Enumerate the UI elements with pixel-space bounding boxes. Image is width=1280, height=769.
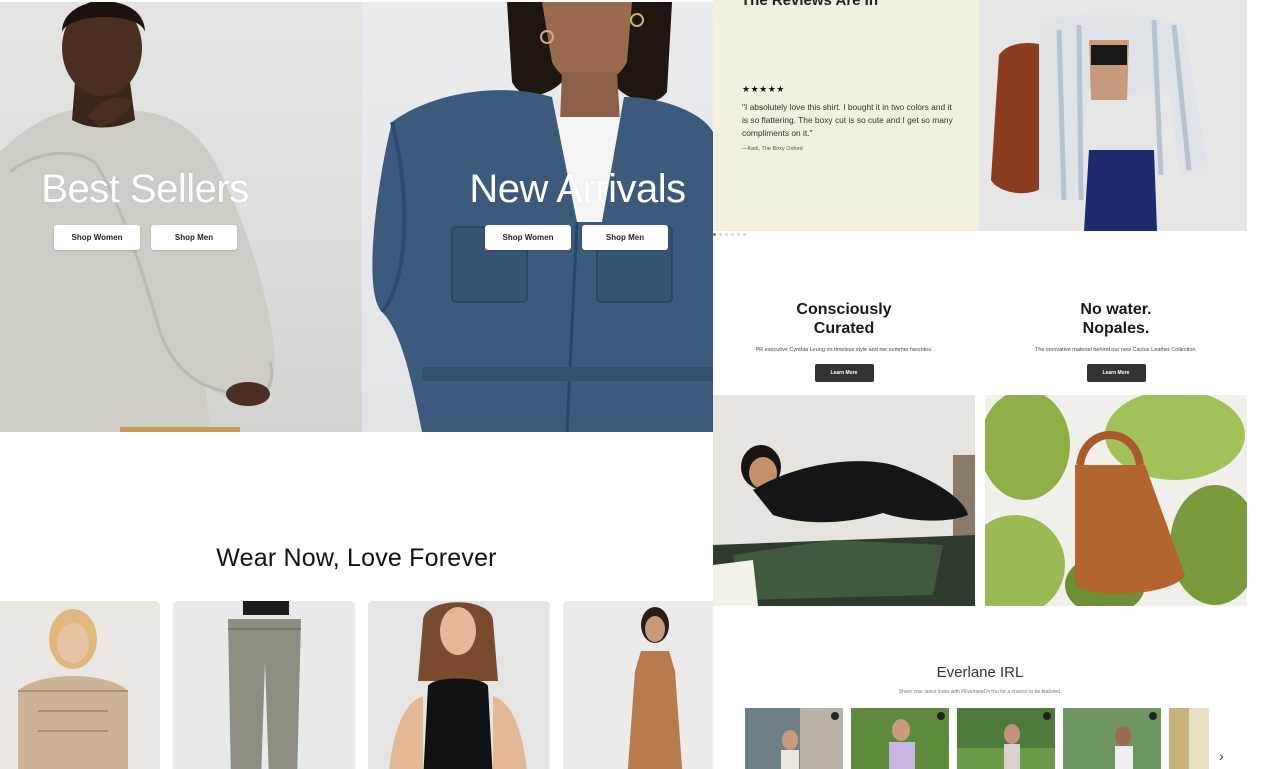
hero-title: New Arrivals — [469, 167, 686, 211]
feature-photo — [713, 395, 975, 606]
product-card[interactable] — [563, 601, 713, 769]
irl-thumbnail[interactable] — [851, 708, 949, 769]
page: Best Sellers Shop Women Shop Men New Arr… — [0, 0, 1280, 769]
hero-new-arrivals-image — [372, 2, 713, 432]
irl-photo — [1063, 708, 1161, 769]
reviews-panel: The Reviews Are In ★★★★★ "I absolutely l… — [713, 0, 979, 231]
irl-thumbnail[interactable] — [1063, 708, 1161, 769]
feature-no-water-nopales: No water. Nopales. The innovative materi… — [985, 300, 1247, 382]
feature-image-nopales[interactable] — [985, 395, 1247, 606]
learn-more-button[interactable]: Learn More — [814, 364, 874, 382]
irl-photo — [957, 708, 1055, 769]
carousel-dots — [713, 233, 746, 236]
feature-consciously-curated: Consciously Curated PR executive Cynthia… — [713, 300, 975, 382]
hero-buttons: Shop Women Shop Men — [485, 225, 668, 250]
shop-women-button[interactable]: Shop Women — [54, 225, 140, 250]
review-attribution: —Karli, The Boxy Oxford — [742, 146, 803, 152]
product-card[interactable] — [173, 601, 355, 769]
camera-icon — [831, 712, 839, 720]
shop-men-button[interactable]: Shop Men — [151, 225, 237, 250]
reviews-heading: The Reviews Are In — [741, 0, 878, 9]
product-card[interactable] — [0, 601, 160, 769]
learn-more-button[interactable]: Learn More — [1086, 364, 1146, 382]
carousel-dot[interactable] — [719, 233, 722, 236]
hero-best-sellers[interactable]: Best Sellers Shop Women Shop Men — [0, 2, 362, 432]
irl-thumbnail[interactable] — [745, 708, 843, 769]
feature-description: The innovative material behind our new C… — [1034, 347, 1198, 353]
hero-new-arrivals[interactable]: New Arrivals Shop Women Shop Men — [362, 2, 713, 432]
hero-buttons: Shop Women Shop Men — [54, 225, 237, 250]
carousel-dot[interactable] — [731, 233, 734, 236]
product-carousel — [0, 601, 713, 769]
camera-icon — [1149, 712, 1157, 720]
star-icon: ★★★★★ — [742, 84, 785, 94]
feature-photo — [985, 395, 1247, 606]
camera-icon — [937, 712, 945, 720]
irl-thumbnail[interactable] — [1169, 708, 1209, 769]
hero-title: Best Sellers — [41, 167, 249, 211]
review-image — [979, 0, 1247, 231]
carousel-dot[interactable] — [713, 233, 716, 236]
irl-carousel — [745, 708, 1209, 769]
product-card[interactable] — [368, 601, 550, 769]
feature-description: PR executive Cynthia Leung on timeless s… — [755, 347, 933, 353]
shop-men-button[interactable]: Shop Men — [582, 225, 668, 250]
irl-photo — [1169, 708, 1209, 769]
chevron-right-icon[interactable]: › — [1219, 748, 1224, 764]
review-photo — [979, 0, 1247, 231]
review-quote: "I absolutely love this shirt. I bought … — [742, 102, 953, 138]
collection-title: Wear Now, Love Forever — [216, 544, 497, 572]
irl-thumbnail[interactable] — [957, 708, 1055, 769]
reviews-section: The Reviews Are In ★★★★★ "I absolutely l… — [713, 0, 1247, 231]
carousel-dot[interactable] — [725, 233, 728, 236]
camera-icon — [1043, 712, 1051, 720]
product-image — [368, 601, 550, 769]
feature-title: Consciously Curated — [796, 301, 892, 337]
irl-subtitle: Share your latest looks with #EverlaneOn… — [898, 689, 1062, 695]
product-image — [173, 601, 355, 769]
carousel-dot[interactable] — [737, 233, 740, 236]
feature-title: No water. Nopales. — [1080, 301, 1152, 337]
irl-photo — [745, 708, 843, 769]
feature-image-curated[interactable] — [713, 395, 975, 606]
hero-best-sellers-image — [0, 2, 275, 432]
product-image — [563, 601, 713, 769]
irl-photo — [851, 708, 949, 769]
irl-title: Everlane IRL — [936, 664, 1024, 681]
carousel-dot[interactable] — [743, 233, 746, 236]
shop-women-button[interactable]: Shop Women — [485, 225, 571, 250]
product-image — [0, 601, 160, 769]
